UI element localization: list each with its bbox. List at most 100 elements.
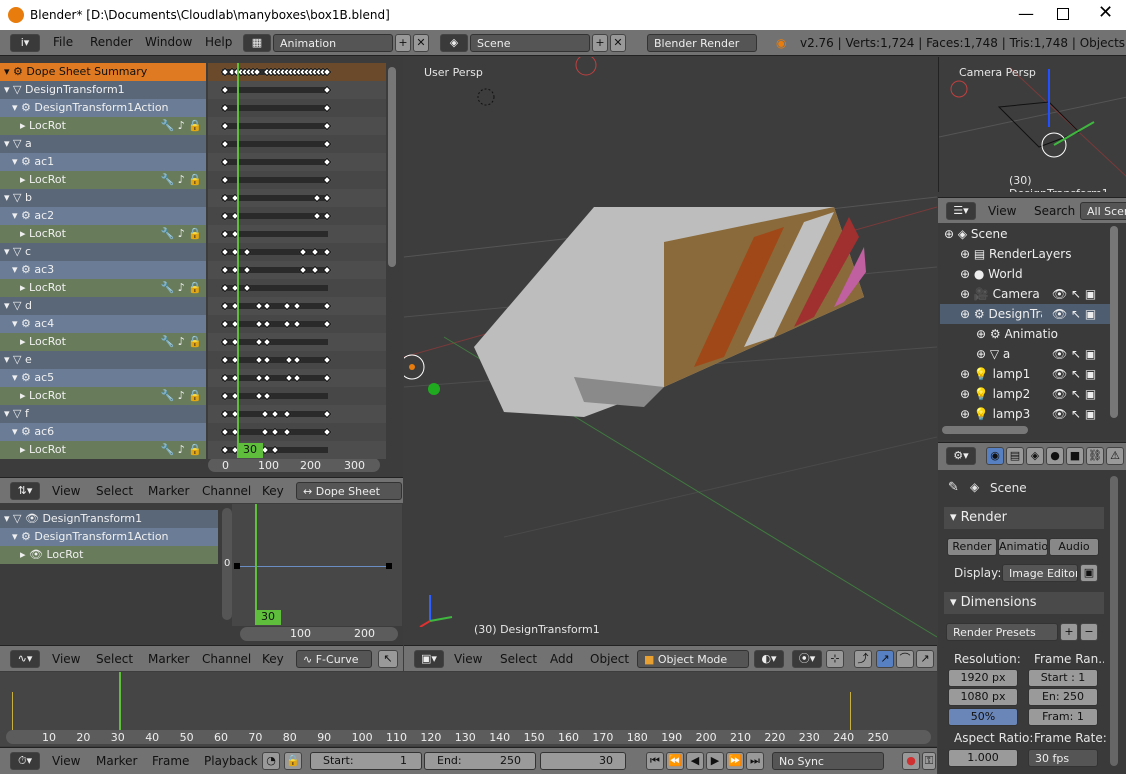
record-icon[interactable]: ● — [902, 752, 920, 770]
dopesheet-mode-select[interactable]: ↔ Dope Sheet — [296, 482, 402, 500]
channel-toggle-icons[interactable]: 🔧 ♪ 🔒 — [161, 119, 202, 132]
jump-keyframe-forward-icon[interactable]: ⏩ — [726, 752, 744, 770]
display-fullscreen-icon[interactable]: ▣ — [1080, 564, 1098, 582]
dopesheet-channel[interactable]: ▾ ▽ c — [0, 243, 206, 261]
pivot-icon[interactable]: ⦿▾ — [792, 650, 822, 668]
editor-type-icon[interactable]: ∿▾ — [10, 650, 40, 668]
menu-object[interactable]: Object — [590, 652, 629, 666]
channel-toggle-icons[interactable]: 🔧 ♪ 🔒 — [161, 389, 202, 402]
sync-mode-select[interactable]: No Sync — [772, 752, 884, 770]
expand-icon[interactable]: ⊕ — [944, 227, 958, 241]
animation-button[interactable]: Animation — [998, 538, 1048, 556]
dopesheet-channel[interactable]: ▾ ⚙ Dope Sheet Summary — [0, 63, 206, 81]
dopesheet-channel[interactable]: ▾ ⚙ ac5 — [0, 369, 206, 387]
menu-key[interactable]: Key — [262, 652, 284, 666]
expand-icon[interactable]: ⊕ — [960, 367, 974, 381]
expand-icon[interactable]: ⊕ — [976, 327, 990, 341]
jump-keyframe-back-icon[interactable]: ⏪ — [666, 752, 684, 770]
expand-icon[interactable]: ▾ ▽ — [4, 137, 25, 150]
outliner-item[interactable]: ⊕ ▤ RenderLayers — [940, 244, 1110, 264]
dopesheet-channel[interactable]: ▾ ▽ e — [0, 351, 206, 369]
object-mode-select[interactable]: ■ Object Mode — [637, 650, 749, 668]
modifier-tab-icon[interactable]: ⚠ — [1106, 447, 1124, 465]
cursor-icon[interactable]: ↖ — [378, 650, 398, 668]
dimensions-panel-header[interactable]: ▾ Dimensions — [944, 592, 1104, 614]
add-scene-icon[interactable]: + — [592, 34, 608, 52]
object-tab-icon[interactable]: ■ — [1066, 447, 1084, 465]
play-reverse-icon[interactable]: ◀ — [686, 752, 704, 770]
scene-field[interactable]: Scene — [470, 34, 590, 52]
expand-icon[interactable]: ▾ ⚙ — [12, 530, 34, 543]
screen-layout-icon[interactable]: ▦ — [243, 34, 271, 52]
dopesheet-channel[interactable]: ▾ ⚙ ac2 — [0, 207, 206, 225]
menu-select[interactable]: Select — [96, 484, 133, 498]
lock-icon[interactable]: 🔒 — [284, 752, 302, 770]
fcurve-graph[interactable] — [232, 504, 402, 626]
resolution-x-field[interactable]: 1920 px — [948, 669, 1018, 687]
expand-icon[interactable]: ⊕ — [960, 267, 974, 281]
dopesheet-channel[interactable]: ▸ LocRot 🔧 ♪ 🔒 — [0, 279, 206, 297]
dopesheet-channel[interactable]: ▾ ⚙ ac3 — [0, 261, 206, 279]
menu-channel[interactable]: Channel — [202, 652, 251, 666]
expand-icon[interactable]: ▾ ⚙ — [12, 155, 34, 168]
outliner-item[interactable]: ⊕ ⚙ DesignTransform1 👁 ↖ ▣ — [940, 304, 1110, 324]
expand-icon[interactable]: ▾ ▽ 👁 — [4, 512, 42, 525]
editor-type-icon[interactable]: ▣▾ — [414, 650, 444, 668]
expand-icon[interactable]: ▾ ⚙ — [12, 317, 34, 330]
dopesheet-channel[interactable]: ▸ LocRot 🔧 ♪ 🔒 — [0, 387, 206, 405]
fcurve-channel[interactable]: ▸ 👁 LocRot — [0, 546, 218, 564]
scene-icon[interactable]: ◈ — [440, 34, 468, 52]
outliner-item[interactable]: ⊕ ● World — [940, 264, 1110, 284]
expand-icon[interactable]: ⊕ — [976, 347, 990, 361]
visibility-toggle-icons[interactable]: 👁 ↖ ▣ — [1052, 407, 1096, 421]
framerate-select[interactable]: 30 fps — [1028, 749, 1098, 767]
expand-icon[interactable]: ▾ ▽ — [4, 407, 25, 420]
scene-tab-icon[interactable]: ◈ — [1026, 447, 1044, 465]
expand-icon[interactable]: ▸ — [20, 227, 29, 240]
expand-icon[interactable]: ▸ — [20, 281, 29, 294]
3d-viewport[interactable]: User Persp (30) DesignTransform1 — [404, 57, 937, 644]
menu-render[interactable]: Render — [90, 35, 133, 49]
current-frame-field[interactable]: 30 — [540, 752, 626, 770]
menu-view[interactable]: View — [52, 754, 80, 768]
expand-icon[interactable]: ▾ ⚙ — [12, 425, 34, 438]
editor-type-icon[interactable]: ⇅▾ — [10, 482, 40, 500]
render-engine-select[interactable]: Blender Render — [647, 34, 757, 52]
jump-start-icon[interactable]: ⏮ — [646, 752, 664, 770]
expand-icon[interactable]: ▸ — [20, 173, 29, 186]
menu-view[interactable]: View — [52, 484, 80, 498]
dopesheet-channel[interactable]: ▸ LocRot 🔧 ♪ 🔒 — [0, 441, 206, 459]
manipulator-icon[interactable]: ⊹ — [826, 650, 844, 668]
expand-icon[interactable]: ▸ — [20, 389, 29, 402]
manipulator-mode-icon[interactable]: ↗ — [916, 650, 934, 668]
channel-toggle-icons[interactable]: 🔧 ♪ 🔒 — [161, 227, 202, 240]
world-tab-icon[interactable]: ● — [1046, 447, 1064, 465]
fcurve-channel[interactable]: ▾ ▽ 👁 DesignTransform1 — [0, 510, 218, 528]
properties-scrollbar[interactable] — [1110, 476, 1118, 766]
fcurve-frame-badge[interactable]: 30 — [255, 610, 281, 625]
expand-icon[interactable]: ▾ ▽ — [4, 299, 25, 312]
frame-end-field[interactable]: En: 250 — [1028, 688, 1098, 706]
expand-icon[interactable]: ▾ ▽ — [4, 83, 25, 96]
outliner-item[interactable]: ⊕ 💡 lamp1 👁 ↖ ▣ — [940, 364, 1110, 384]
dopesheet-current-frame-line[interactable] — [237, 63, 239, 443]
frame-start-field[interactable]: Start : 1 — [1028, 669, 1098, 687]
expand-icon[interactable]: ▾ ⚙ — [12, 263, 34, 276]
expand-icon[interactable]: ▾ ▽ — [4, 353, 25, 366]
maximize-icon[interactable] — [1057, 8, 1069, 20]
expand-icon[interactable]: ▾ ⚙ — [12, 371, 34, 384]
menu-playback[interactable]: Playback — [204, 754, 258, 768]
render-panel-header[interactable]: ▾ Render — [944, 507, 1104, 529]
fcurve-mode-select[interactable]: ∿ F-Curve — [296, 650, 372, 668]
channel-toggle-icons[interactable]: 🔧 ♪ 🔒 — [161, 281, 202, 294]
audio-button[interactable]: Audio — [1049, 538, 1099, 556]
constraints-tab-icon[interactable]: ⛓ — [1086, 447, 1104, 465]
menu-channel[interactable]: Channel — [202, 484, 251, 498]
editor-type-icon[interactable]: ⏱▾ — [10, 752, 40, 770]
visibility-toggle-icons[interactable]: 👁 ↖ ▣ — [1052, 347, 1096, 361]
resolution-y-field[interactable]: 1080 px — [948, 688, 1018, 706]
expand-icon[interactable]: ▸ 👁 — [20, 548, 46, 561]
pin-icon[interactable]: ✎ — [948, 480, 959, 495]
dopesheet-channel[interactable]: ▾ ▽ DesignTransform1 — [0, 81, 206, 99]
outliner-item[interactable]: ⊕ 🎥 Camera 👁 ↖ ▣ — [940, 284, 1110, 304]
